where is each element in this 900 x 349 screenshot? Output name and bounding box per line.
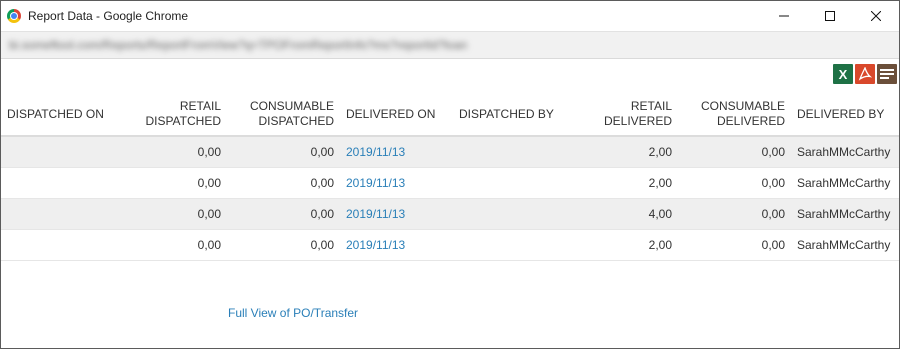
column-options-button[interactable] [877,64,897,84]
cell-delivered-by: SarahMMcCarthy [791,167,899,199]
cell-consumable-dispatched: 0,00 [227,229,340,261]
cell-retail-dispatched: 0,00 [115,167,227,199]
cell-retail-delivered: 4,00 [566,198,678,230]
full-view-link[interactable]: Full View of PO/Transfer [228,306,358,320]
minimize-icon [779,15,789,17]
cell-consumable-dispatched: 0,00 [227,198,340,230]
cell-dispatched-by [453,198,566,230]
delivered-on-link[interactable]: 2019/11/13 [346,207,405,221]
cell-consumable-delivered: 0,00 [678,198,791,230]
cell-delivered-by: SarahMMcCarthy [791,136,899,168]
cell-dispatched-by [453,229,566,261]
cell-delivered-by: SarahMMcCarthy [791,229,899,261]
cell-retail-dispatched: 0,00 [115,136,227,168]
chrome-icon [7,9,21,23]
cell-retail-delivered: 2,00 [566,136,678,168]
header-retail-dispatched[interactable]: RETAIL DISPATCHED [115,93,227,137]
pdf-export-button[interactable] [855,64,875,84]
delivered-on-link[interactable]: 2019/11/13 [346,145,405,159]
header-consumable-dispatched[interactable]: CONSUMABLE DISPATCHED [227,93,340,137]
list-icon [880,69,894,79]
report-table: DISPATCHED ON RETAIL DISPATCHED CONSUMAB… [1,93,899,261]
cell-retail-dispatched: 0,00 [115,229,227,261]
table-row: 0,00 0,00 2019/11/13 2,00 0,00 SarahMMcC… [1,136,899,168]
maximize-button[interactable] [807,1,853,31]
cell-retail-delivered: 2,00 [566,167,678,199]
maximize-icon [825,11,835,21]
cell-dispatched-on [1,167,115,199]
cell-consumable-dispatched: 0,00 [227,167,340,199]
header-dispatched-by[interactable]: DISPATCHED BY [453,93,566,137]
close-icon [871,11,881,21]
delivered-on-link[interactable]: 2019/11/13 [346,176,405,190]
header-retail-delivered[interactable]: RETAIL DELIVERED [566,93,678,137]
export-icons: X [833,64,897,84]
report-toolbar: X [1,59,899,89]
table-row: 0,00 0,00 2019/11/13 2,00 0,00 SarahMMcC… [1,229,899,261]
excel-icon: X [838,66,848,82]
cell-consumable-delivered: 0,00 [678,229,791,261]
header-consumable-delivered[interactable]: CONSUMABLE DELIVERED [678,93,791,137]
cell-consumable-delivered: 0,00 [678,167,791,199]
cell-consumable-delivered: 0,00 [678,136,791,168]
excel-export-button[interactable]: X [833,64,853,84]
cell-dispatched-on [1,198,115,230]
cell-dispatched-on [1,229,115,261]
table-header: DISPATCHED ON RETAIL DISPATCHED CONSUMAB… [1,93,899,137]
cell-consumable-dispatched: 0,00 [227,136,340,168]
url-text[interactable]: bi.someftool.com/Reports/ReportFromView?… [9,38,889,52]
header-dispatched-on[interactable]: DISPATCHED ON [1,93,115,137]
delivered-on-link[interactable]: 2019/11/13 [346,238,405,252]
cell-delivered-by: SarahMMcCarthy [791,198,899,230]
table-row: 0,00 0,00 2019/11/13 2,00 0,00 SarahMMcC… [1,167,899,199]
table-body: 0,00 0,00 2019/11/13 2,00 0,00 SarahMMcC… [1,136,899,261]
table-row: 0,00 0,00 2019/11/13 4,00 0,00 SarahMMcC… [1,198,899,230]
cell-dispatched-on [1,136,115,168]
pdf-icon [858,67,872,81]
window-controls [761,1,899,31]
cell-retail-delivered: 2,00 [566,229,678,261]
close-button[interactable] [853,1,899,31]
title-bar[interactable]: Report Data - Google Chrome [1,1,899,31]
cell-dispatched-by [453,167,566,199]
header-delivered-on[interactable]: DELIVERED ON [340,93,453,137]
browser-window: Report Data - Google Chrome bi.someftool… [0,0,900,349]
window-title: Report Data - Google Chrome [28,9,189,23]
cell-dispatched-by [453,136,566,168]
minimize-button[interactable] [761,1,807,31]
cell-retail-dispatched: 0,00 [115,198,227,230]
address-bar[interactable]: bi.someftool.com/Reports/ReportFromView?… [1,31,899,59]
header-delivered-by[interactable]: DELIVERED BY [791,93,899,137]
